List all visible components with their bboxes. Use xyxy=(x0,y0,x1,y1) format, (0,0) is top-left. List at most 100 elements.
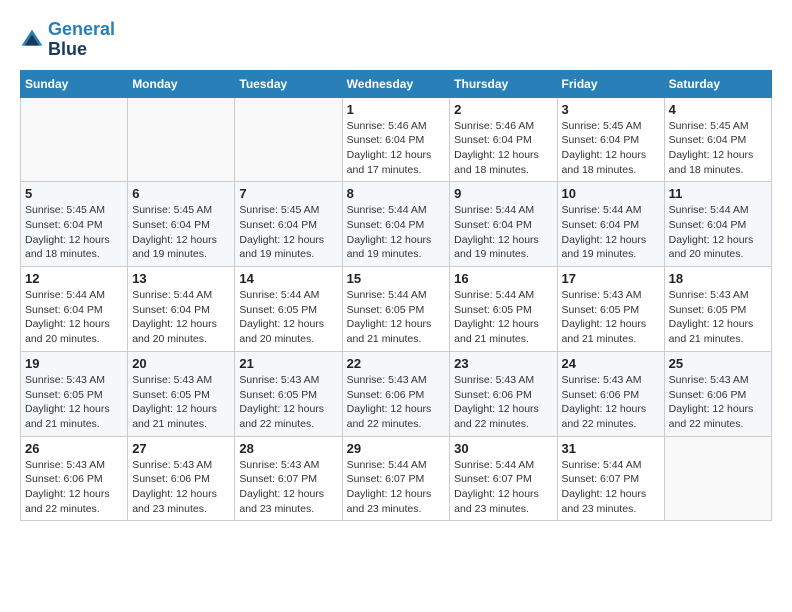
day-info: Sunrise: 5:44 AM Sunset: 6:04 PM Dayligh… xyxy=(454,203,552,262)
day-number: 30 xyxy=(454,441,552,456)
day-number: 19 xyxy=(25,356,123,371)
day-info: Sunrise: 5:45 AM Sunset: 6:04 PM Dayligh… xyxy=(669,119,767,178)
day-cell: 27 Sunrise: 5:43 AM Sunset: 6:06 PM Dayli… xyxy=(128,436,235,521)
day-cell: 2 Sunrise: 5:46 AM Sunset: 6:04 PM Daylig… xyxy=(450,97,557,182)
day-info: Sunrise: 5:43 AM Sunset: 6:05 PM Dayligh… xyxy=(669,288,767,347)
day-cell: 21 Sunrise: 5:43 AM Sunset: 6:05 PM Dayli… xyxy=(235,351,342,436)
day-number: 18 xyxy=(669,271,767,286)
day-info: Sunrise: 5:45 AM Sunset: 6:04 PM Dayligh… xyxy=(132,203,230,262)
day-cell: 7Sunrise: 5:45 AM Sunset: 6:04 PM Daylig… xyxy=(235,182,342,267)
day-number: 9 xyxy=(454,186,552,201)
day-number: 26 xyxy=(25,441,123,456)
day-cell xyxy=(21,97,128,182)
day-cell: 11 Sunrise: 5:44 AM Sunset: 6:04 PM Dayli… xyxy=(664,182,771,267)
logo-icon xyxy=(20,28,44,52)
day-cell: 23Sunrise: 5:43 AM Sunset: 6:06 PM Dayli… xyxy=(450,351,557,436)
day-info: Sunrise: 5:43 AM Sunset: 6:05 PM Dayligh… xyxy=(132,373,230,432)
day-cell: 29Sunrise: 5:44 AM Sunset: 6:07 PM Dayli… xyxy=(342,436,450,521)
day-info: Sunrise: 5:43 AM Sunset: 6:06 PM Dayligh… xyxy=(669,373,767,432)
day-cell xyxy=(664,436,771,521)
day-number: 22 xyxy=(347,356,446,371)
day-number: 17 xyxy=(562,271,660,286)
day-info: Sunrise: 5:45 AM Sunset: 6:04 PM Dayligh… xyxy=(25,203,123,262)
day-cell: 17 Sunrise: 5:43 AM Sunset: 6:05 PM Dayli… xyxy=(557,267,664,352)
day-number: 15 xyxy=(347,271,446,286)
day-number: 28 xyxy=(239,441,337,456)
day-cell: 25 Sunrise: 5:43 AM Sunset: 6:06 PM Dayli… xyxy=(664,351,771,436)
day-number: 12 xyxy=(25,271,123,286)
day-cell: 20 Sunrise: 5:43 AM Sunset: 6:05 PM Dayli… xyxy=(128,351,235,436)
day-info: Sunrise: 5:43 AM Sunset: 6:05 PM Dayligh… xyxy=(25,373,123,432)
day-number: 10 xyxy=(562,186,660,201)
day-cell: 22 Sunrise: 5:43 AM Sunset: 6:06 PM Dayli… xyxy=(342,351,450,436)
day-info: Sunrise: 5:46 AM Sunset: 6:04 PM Dayligh… xyxy=(347,119,446,178)
day-cell: 14Sunrise: 5:44 AM Sunset: 6:05 PM Dayli… xyxy=(235,267,342,352)
day-cell xyxy=(128,97,235,182)
day-number: 27 xyxy=(132,441,230,456)
day-cell: 24 Sunrise: 5:43 AM Sunset: 6:06 PM Dayli… xyxy=(557,351,664,436)
day-cell: 18 Sunrise: 5:43 AM Sunset: 6:05 PM Dayli… xyxy=(664,267,771,352)
day-info: Sunrise: 5:43 AM Sunset: 6:06 PM Dayligh… xyxy=(562,373,660,432)
week-row-3: 12 Sunrise: 5:44 AM Sunset: 6:04 PM Dayli… xyxy=(21,267,772,352)
calendar-header-row: SundayMondayTuesdayWednesdayThursdayFrid… xyxy=(21,70,772,97)
day-info: Sunrise: 5:44 AM Sunset: 6:05 PM Dayligh… xyxy=(347,288,446,347)
day-number: 11 xyxy=(669,186,767,201)
week-row-5: 26 Sunrise: 5:43 AM Sunset: 6:06 PM Dayli… xyxy=(21,436,772,521)
day-cell: 6 Sunrise: 5:45 AM Sunset: 6:04 PM Daylig… xyxy=(128,182,235,267)
day-cell: 8Sunrise: 5:44 AM Sunset: 6:04 PM Daylig… xyxy=(342,182,450,267)
day-info: Sunrise: 5:43 AM Sunset: 6:05 PM Dayligh… xyxy=(239,373,337,432)
day-number: 21 xyxy=(239,356,337,371)
day-number: 20 xyxy=(132,356,230,371)
day-cell: 19 Sunrise: 5:43 AM Sunset: 6:05 PM Dayli… xyxy=(21,351,128,436)
day-number: 3 xyxy=(562,102,660,117)
header-monday: Monday xyxy=(128,70,235,97)
week-row-4: 19 Sunrise: 5:43 AM Sunset: 6:05 PM Dayli… xyxy=(21,351,772,436)
day-number: 25 xyxy=(669,356,767,371)
day-info: Sunrise: 5:44 AM Sunset: 6:07 PM Dayligh… xyxy=(562,458,660,517)
header-sunday: Sunday xyxy=(21,70,128,97)
day-cell: 15 Sunrise: 5:44 AM Sunset: 6:05 PM Dayli… xyxy=(342,267,450,352)
day-cell: 9 Sunrise: 5:44 AM Sunset: 6:04 PM Daylig… xyxy=(450,182,557,267)
day-cell: 10 Sunrise: 5:44 AM Sunset: 6:04 PM Dayli… xyxy=(557,182,664,267)
day-info: Sunrise: 5:44 AM Sunset: 6:04 PM Dayligh… xyxy=(669,203,767,262)
day-number: 13 xyxy=(132,271,230,286)
page-header: General Blue xyxy=(20,20,772,60)
day-info: Sunrise: 5:45 AM Sunset: 6:04 PM Dayligh… xyxy=(239,203,337,262)
week-row-1: 1 Sunrise: 5:46 AM Sunset: 6:04 PM Daylig… xyxy=(21,97,772,182)
day-number: 23 xyxy=(454,356,552,371)
day-info: Sunrise: 5:44 AM Sunset: 6:04 PM Dayligh… xyxy=(132,288,230,347)
header-friday: Friday xyxy=(557,70,664,97)
day-cell: 1 Sunrise: 5:46 AM Sunset: 6:04 PM Daylig… xyxy=(342,97,450,182)
day-info: Sunrise: 5:44 AM Sunset: 6:05 PM Dayligh… xyxy=(239,288,337,347)
day-number: 2 xyxy=(454,102,552,117)
logo: General Blue xyxy=(20,20,115,60)
day-info: Sunrise: 5:44 AM Sunset: 6:07 PM Dayligh… xyxy=(454,458,552,517)
day-info: Sunrise: 5:43 AM Sunset: 6:06 PM Dayligh… xyxy=(347,373,446,432)
day-info: Sunrise: 5:43 AM Sunset: 6:06 PM Dayligh… xyxy=(132,458,230,517)
day-number: 5 xyxy=(25,186,123,201)
day-cell: 26Sunrise: 5:43 AM Sunset: 6:06 PM Dayli… xyxy=(21,436,128,521)
day-cell: 31 Sunrise: 5:44 AM Sunset: 6:07 PM Dayli… xyxy=(557,436,664,521)
day-number: 6 xyxy=(132,186,230,201)
day-cell: 28 Sunrise: 5:43 AM Sunset: 6:07 PM Dayli… xyxy=(235,436,342,521)
day-info: Sunrise: 5:44 AM Sunset: 6:04 PM Dayligh… xyxy=(25,288,123,347)
day-number: 31 xyxy=(562,441,660,456)
day-info: Sunrise: 5:45 AM Sunset: 6:04 PM Dayligh… xyxy=(562,119,660,178)
header-tuesday: Tuesday xyxy=(235,70,342,97)
day-cell: 4 Sunrise: 5:45 AM Sunset: 6:04 PM Daylig… xyxy=(664,97,771,182)
day-info: Sunrise: 5:44 AM Sunset: 6:05 PM Dayligh… xyxy=(454,288,552,347)
header-thursday: Thursday xyxy=(450,70,557,97)
day-info: Sunrise: 5:43 AM Sunset: 6:07 PM Dayligh… xyxy=(239,458,337,517)
day-number: 4 xyxy=(669,102,767,117)
day-number: 29 xyxy=(347,441,446,456)
day-info: Sunrise: 5:43 AM Sunset: 6:05 PM Dayligh… xyxy=(562,288,660,347)
day-number: 1 xyxy=(347,102,446,117)
day-info: Sunrise: 5:44 AM Sunset: 6:04 PM Dayligh… xyxy=(562,203,660,262)
header-saturday: Saturday xyxy=(664,70,771,97)
logo-text: General Blue xyxy=(48,20,115,60)
day-info: Sunrise: 5:46 AM Sunset: 6:04 PM Dayligh… xyxy=(454,119,552,178)
day-info: Sunrise: 5:44 AM Sunset: 6:04 PM Dayligh… xyxy=(347,203,446,262)
day-cell: 12 Sunrise: 5:44 AM Sunset: 6:04 PM Dayli… xyxy=(21,267,128,352)
day-number: 24 xyxy=(562,356,660,371)
day-cell: 3 Sunrise: 5:45 AM Sunset: 6:04 PM Daylig… xyxy=(557,97,664,182)
